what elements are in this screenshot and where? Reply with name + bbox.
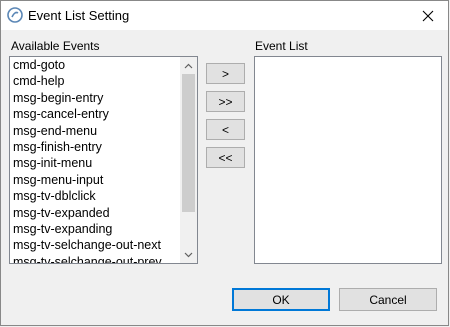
event-list-items [255,57,441,263]
list-item[interactable]: msg-tv-expanding [10,221,180,237]
list-item[interactable]: msg-finish-entry [10,139,180,155]
list-item[interactable]: msg-tv-selchange-out-next [10,237,180,253]
list-item[interactable]: msg-cancel-entry [10,106,180,122]
list-item[interactable]: cmd-goto [10,57,180,73]
window-title: Event List Setting [28,8,130,23]
event-list-label: Event List [255,39,308,53]
list-item[interactable]: msg-menu-input [10,172,180,188]
chevron-up-icon [184,63,193,68]
title-bar: Event List Setting [1,1,448,30]
remove-button[interactable]: < [206,119,245,140]
available-events-label: Available Events [11,39,100,53]
app-icon [7,7,23,23]
remove-all-button[interactable]: << [206,147,245,168]
event-list-listbox[interactable] [254,56,442,264]
list-item[interactable]: msg-tv-selchange-out-prev [10,254,180,263]
list-item[interactable]: msg-init-menu [10,155,180,171]
scroll-down-button[interactable] [180,246,197,263]
add-button[interactable]: > [206,63,245,84]
cancel-button[interactable]: Cancel [339,288,437,311]
list-item[interactable]: cmd-help [10,73,180,89]
event-list-setting-dialog: Event List Setting Available Events Even… [0,0,449,326]
available-events-items: cmd-goto cmd-help msg-begin-entry msg-cance… [10,57,180,263]
available-events-listbox[interactable]: cmd-goto cmd-help msg-begin-entry msg-cance… [9,56,198,264]
scroll-up-button[interactable] [180,57,197,74]
scrollbar-thumb[interactable] [182,74,195,212]
close-icon [422,10,434,21]
list-item[interactable]: msg-begin-entry [10,90,180,106]
add-all-button[interactable]: >> [206,91,245,112]
close-button[interactable] [408,1,448,30]
vertical-scrollbar[interactable] [180,57,197,263]
chevron-down-icon [184,252,193,257]
list-item[interactable]: msg-end-menu [10,123,180,139]
ok-button[interactable]: OK [232,288,330,311]
list-item[interactable]: msg-tv-expanded [10,205,180,221]
list-item[interactable]: msg-tv-dblclick [10,188,180,204]
